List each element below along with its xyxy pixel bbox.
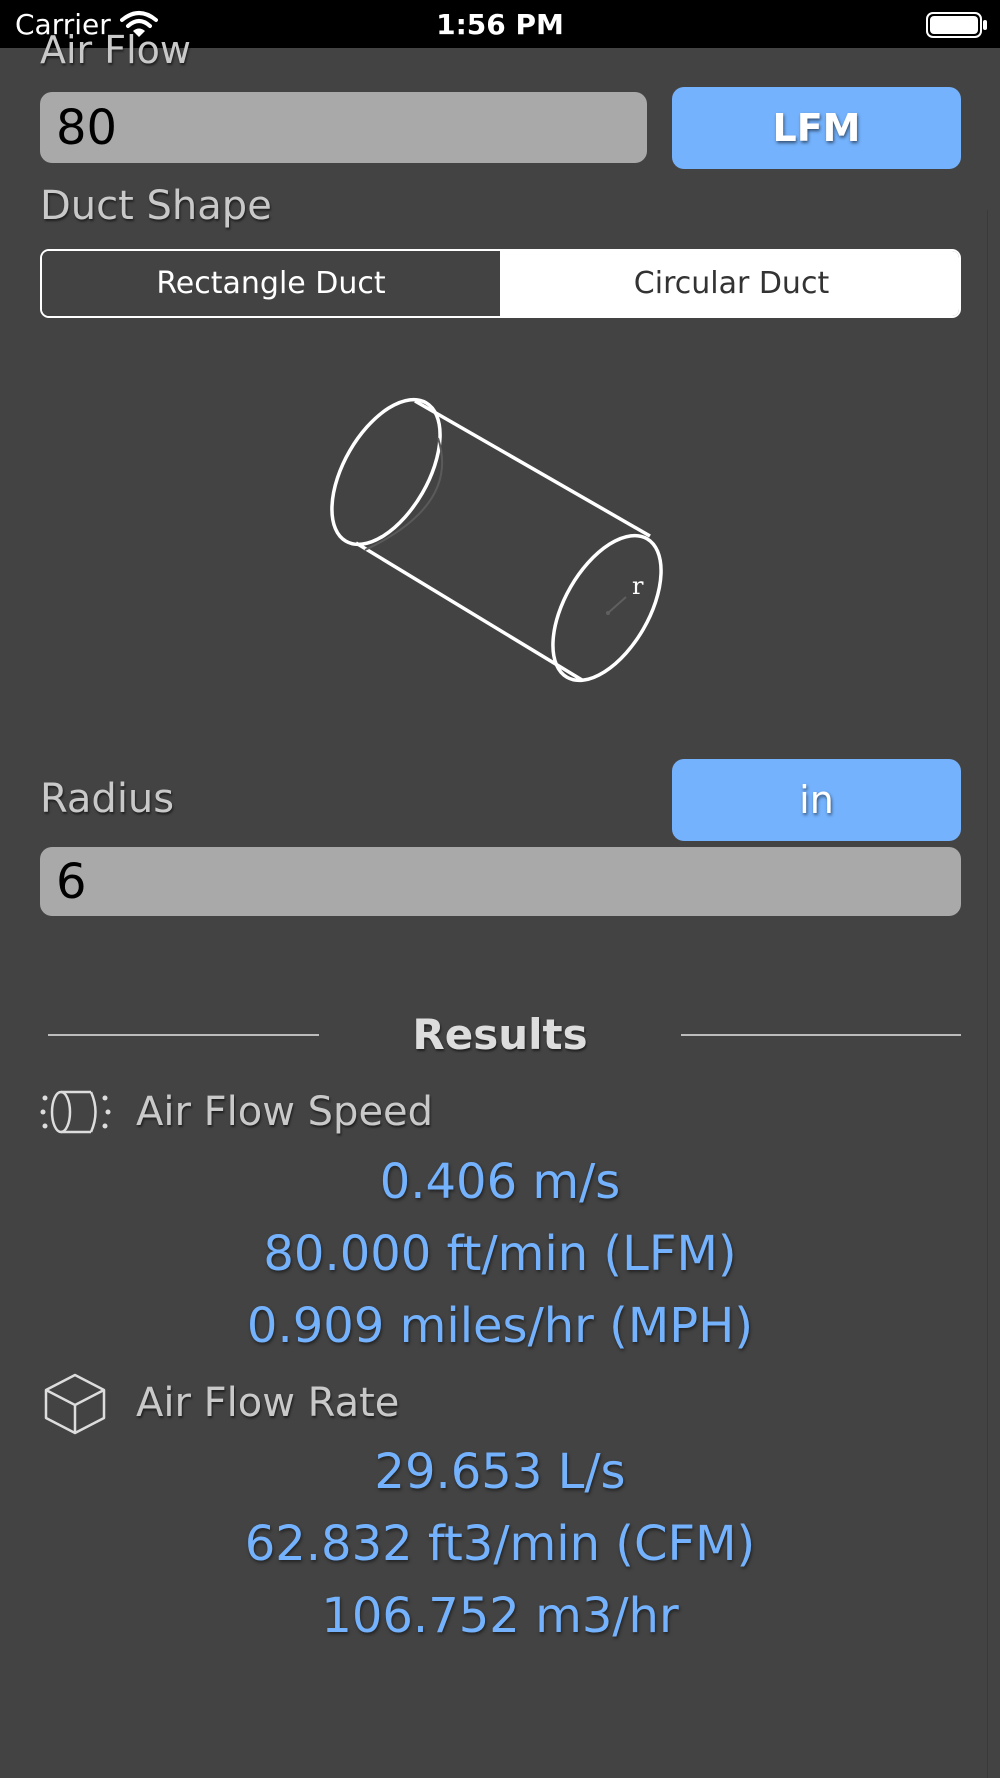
duct-speed-icon — [40, 1090, 111, 1134]
air-flow-rate-label: Air Flow Rate — [136, 1380, 400, 1426]
rate-value-lps: 29.653 L/s — [374, 1444, 626, 1500]
battery-icon — [926, 12, 987, 38]
air-flow-unit-button[interactable]: LFM — [672, 87, 961, 169]
scroll-edge — [987, 210, 988, 1778]
duct-shape-segmented-control[interactable]: Rectangle Duct Circular Duct — [40, 249, 961, 318]
speed-value-mps: 0.406 m/s — [379, 1154, 621, 1210]
rate-value-m3hr: 106.752 m3/hr — [321, 1588, 679, 1644]
air-flow-input[interactable]: 80 — [40, 92, 647, 163]
radius-input[interactable]: 6 — [40, 847, 961, 916]
air-flow-speed-label: Air Flow Speed — [136, 1089, 434, 1135]
speed-value-mph: 0.909 miles/hr (MPH) — [246, 1298, 754, 1354]
segment-rectangle-duct[interactable]: Rectangle Duct — [42, 251, 502, 316]
air-flow-label: Air Flow — [40, 28, 191, 72]
circular-duct-diagram: r — [330, 397, 663, 683]
duct-shape-label: Duct Shape — [40, 183, 272, 229]
radius-symbol: r — [632, 572, 644, 600]
segment-circular-duct[interactable]: Circular Duct — [502, 251, 959, 316]
speed-value-lfm: 80.000 ft/min (LFM) — [263, 1226, 737, 1282]
cube-icon — [44, 1373, 106, 1435]
results-divider-right — [681, 1034, 961, 1036]
radius-unit-button[interactable]: in — [672, 759, 961, 841]
rate-value-cfm: 62.832 ft3/min (CFM) — [244, 1516, 756, 1572]
radius-label: Radius — [40, 776, 175, 822]
